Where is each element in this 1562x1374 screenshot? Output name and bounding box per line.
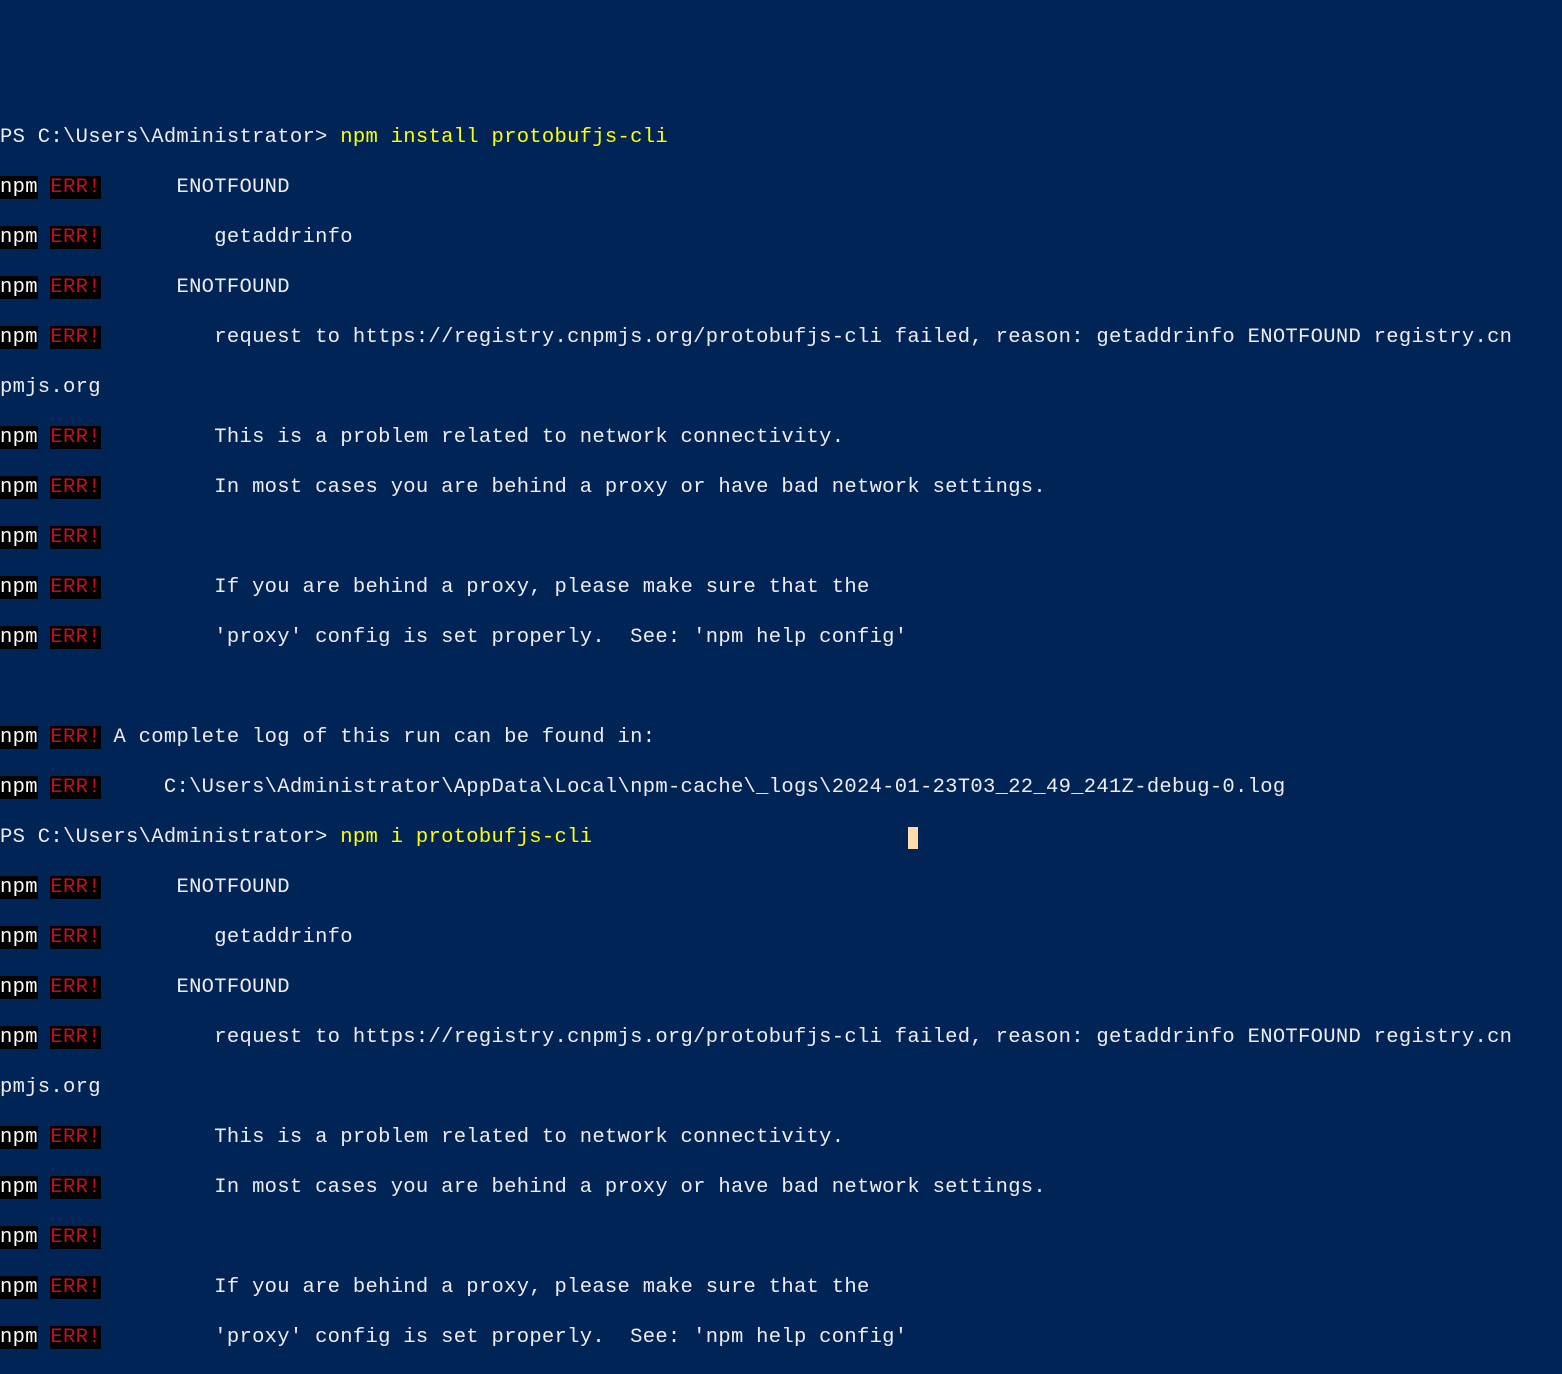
err-line: npm ERR! 'proxy' config is set properly.…	[0, 1325, 1562, 1350]
err-logpath: C:\Users\Administrator\AppData\Local\npm…	[113, 776, 1285, 799]
npm-label: npm	[0, 1126, 38, 1149]
err-label: ERR!	[50, 976, 100, 999]
err-net2: In most cases you are behind a proxy or …	[214, 476, 1046, 499]
npm-label: npm	[0, 276, 38, 299]
err-line: npm ERR! If you are behind a proxy, plea…	[0, 1275, 1562, 1300]
npm-label: npm	[0, 926, 38, 949]
npm-label: npm	[0, 626, 38, 649]
err-net5: 'proxy' config is set properly. See: 'np…	[214, 1326, 907, 1349]
npm-label: npm	[0, 426, 38, 449]
prompt-prefix: PS C:\Users\Administrator>	[0, 826, 340, 849]
err-label: ERR!	[50, 1026, 100, 1049]
err-line: npm ERR! ENOTFOUND	[0, 875, 1562, 900]
npm-label: npm	[0, 1276, 38, 1299]
npm-label: npm	[0, 876, 38, 899]
err-line: npm ERR! getaddrinfo	[0, 225, 1562, 250]
err-line: npm ERR! In most cases you are behind a …	[0, 475, 1562, 500]
npm-label: npm	[0, 526, 38, 549]
err-wrap-text: pmjs.org	[0, 376, 101, 399]
npm-label: npm	[0, 226, 38, 249]
err-syscall: getaddrinfo	[214, 926, 353, 949]
err-code: ENOTFOUND	[176, 976, 289, 999]
err-request: request to https://registry.cnpmjs.org/p…	[214, 326, 1512, 349]
err-line: npm ERR! In most cases you are behind a …	[0, 1175, 1562, 1200]
npm-label: npm	[0, 1176, 38, 1199]
prompt-line-1: PS C:\Users\Administrator> npm install p…	[0, 125, 1562, 150]
err-label: ERR!	[50, 726, 100, 749]
err-line: npm ERR!	[0, 525, 1562, 550]
err-wrap: pmjs.org	[0, 375, 1562, 400]
err-label: ERR!	[50, 926, 100, 949]
err-line: npm ERR! getaddrinfo	[0, 925, 1562, 950]
err-label: ERR!	[50, 576, 100, 599]
err-net4: If you are behind a proxy, please make s…	[214, 576, 869, 599]
err-net1: This is a problem related to network con…	[214, 426, 844, 449]
err-label: ERR!	[50, 1176, 100, 1199]
err-code: ENOTFOUND	[176, 876, 289, 899]
command-2: npm i protobufjs-cli	[340, 826, 592, 849]
err-line: npm ERR!	[0, 1225, 1562, 1250]
npm-label: npm	[0, 176, 38, 199]
err-label: ERR!	[50, 276, 100, 299]
err-net5: 'proxy' config is set properly. See: 'np…	[214, 626, 907, 649]
err-line: npm ERR! 'proxy' config is set properly.…	[0, 625, 1562, 650]
err-line: npm ERR! This is a problem related to ne…	[0, 425, 1562, 450]
err-label: ERR!	[50, 176, 100, 199]
err-line: npm ERR! ENOTFOUND	[0, 975, 1562, 1000]
prompt-prefix: PS C:\Users\Administrator>	[0, 126, 340, 149]
err-label: ERR!	[50, 1126, 100, 1149]
err-request: request to https://registry.cnpmjs.org/p…	[214, 1026, 1512, 1049]
npm-label: npm	[0, 1326, 38, 1349]
err-label: ERR!	[50, 1326, 100, 1349]
err-wrap-text: pmjs.org	[0, 1076, 101, 1099]
npm-label: npm	[0, 776, 38, 799]
blank-line	[0, 675, 1562, 700]
err-code: ENOTFOUND	[176, 276, 289, 299]
err-line: npm ERR! request to https://registry.cnp…	[0, 325, 1562, 350]
err-label: ERR!	[50, 1226, 100, 1249]
err-label: ERR!	[50, 776, 100, 799]
err-net1: This is a problem related to network con…	[214, 1126, 844, 1149]
err-label: ERR!	[50, 626, 100, 649]
err-label: ERR!	[50, 476, 100, 499]
npm-label: npm	[0, 1026, 38, 1049]
err-line: npm ERR! request to https://registry.cnp…	[0, 1025, 1562, 1050]
npm-label: npm	[0, 326, 38, 349]
npm-label: npm	[0, 576, 38, 599]
err-label: ERR!	[50, 226, 100, 249]
err-line: npm ERR! A complete log of this run can …	[0, 725, 1562, 750]
err-label: ERR!	[50, 326, 100, 349]
err-code: ENOTFOUND	[176, 176, 289, 199]
npm-label: npm	[0, 976, 38, 999]
err-wrap: pmjs.org	[0, 1075, 1562, 1100]
err-label: ERR!	[50, 426, 100, 449]
err-net4: If you are behind a proxy, please make s…	[214, 1276, 869, 1299]
err-loghdr: A complete log of this run can be found …	[113, 726, 655, 749]
err-syscall: getaddrinfo	[214, 226, 353, 249]
err-label: ERR!	[50, 876, 100, 899]
err-line: npm ERR! This is a problem related to ne…	[0, 1125, 1562, 1150]
err-line: npm ERR! If you are behind a proxy, plea…	[0, 575, 1562, 600]
terminal-output[interactable]: PS C:\Users\Administrator> npm install p…	[0, 100, 1562, 1374]
err-net2: In most cases you are behind a proxy or …	[214, 1176, 1046, 1199]
err-line: npm ERR! C:\Users\Administrator\AppData\…	[0, 775, 1562, 800]
command-1: npm install protobufjs-cli	[340, 126, 668, 149]
cursor	[908, 827, 918, 849]
npm-label: npm	[0, 1226, 38, 1249]
err-line: npm ERR! ENOTFOUND	[0, 175, 1562, 200]
err-line: npm ERR! ENOTFOUND	[0, 275, 1562, 300]
npm-label: npm	[0, 476, 38, 499]
err-label: ERR!	[50, 1276, 100, 1299]
prompt-line-2: PS C:\Users\Administrator> npm i protobu…	[0, 825, 1562, 850]
err-label: ERR!	[50, 526, 100, 549]
npm-label: npm	[0, 726, 38, 749]
